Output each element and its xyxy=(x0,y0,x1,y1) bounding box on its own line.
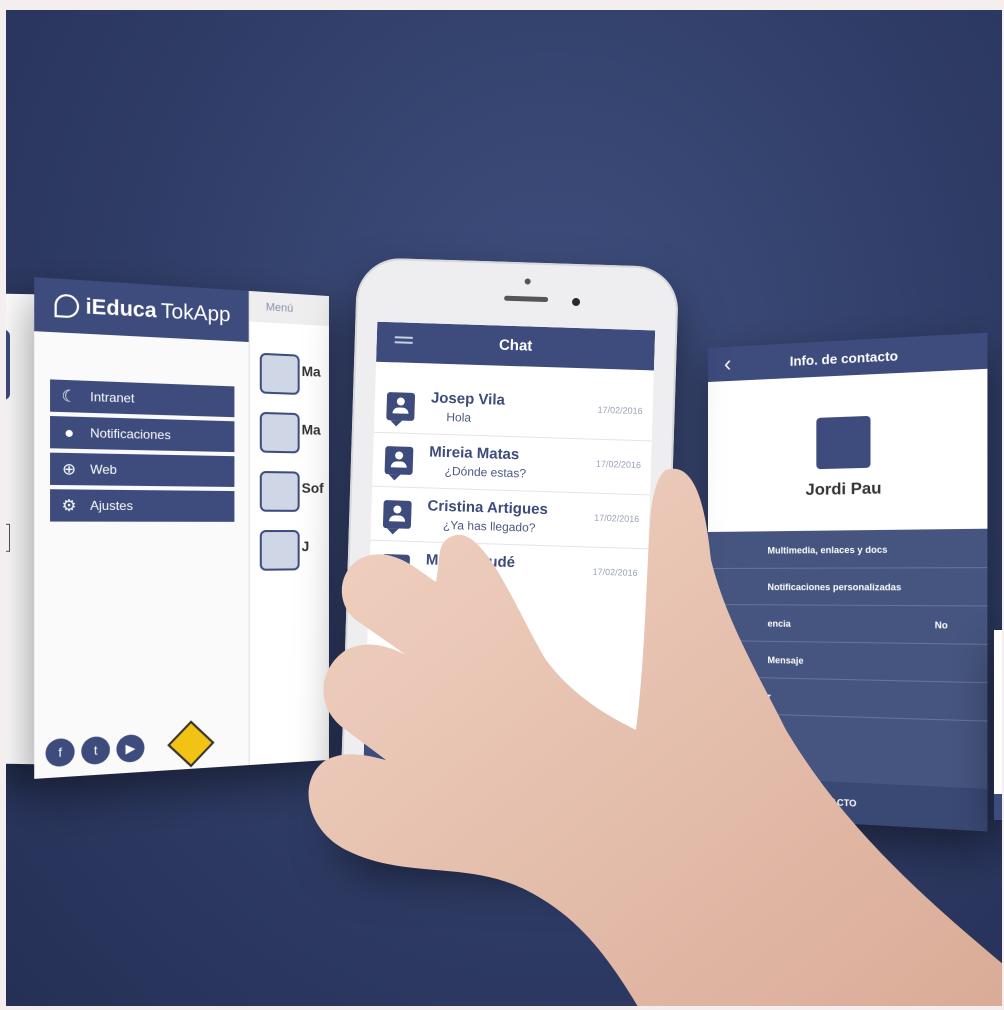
menu-item-label: Web xyxy=(90,462,117,477)
chat-name: Josep Vila xyxy=(431,389,505,408)
facebook-icon[interactable]: f xyxy=(46,738,75,768)
home-button[interactable] xyxy=(472,775,526,829)
chat-message: Hola xyxy=(446,410,471,425)
brand-bold: iEduca xyxy=(86,295,157,323)
tab-chat[interactable]: ● Chat xyxy=(390,728,481,760)
side-menu: iEduca TokApp ☾ Intranet ● Notificacione… xyxy=(34,277,248,779)
chat-bubble-icon: ● xyxy=(390,728,481,749)
bottom-tab-bar: ● Chat ●● Grupos xyxy=(363,722,642,777)
back-arrow-icon[interactable]: ‹ xyxy=(708,350,747,378)
contact-header: ‹ Info. de contacto Jordi Pau xyxy=(708,333,987,532)
menu-item-label: Notificaciones xyxy=(90,426,171,443)
menu-item-label: Ajustes xyxy=(90,498,133,513)
user-avatar-icon xyxy=(383,500,412,529)
background: iEduca TokApp ☾ Intranet ● Notificacione… xyxy=(6,10,1002,1006)
speaker xyxy=(504,296,548,302)
social-links: f t ▶ xyxy=(46,734,145,767)
contact-title: Info. de contacto xyxy=(747,345,943,371)
chat-list-item[interactable]: Miquel Rudé Ok. 17/02/2016 xyxy=(369,540,649,603)
partial-screen-right xyxy=(994,630,1002,820)
contact-avatar[interactable] xyxy=(260,530,300,571)
partial-tab xyxy=(6,330,10,400)
contacts-panel: Menú Ma Ma Sof J xyxy=(249,291,329,765)
user-avatar-icon xyxy=(816,416,870,469)
chat-date: 17/02/2016 xyxy=(594,513,639,524)
chat-name: Mireia Matas xyxy=(429,443,520,463)
chat-name: Cristina Artigues xyxy=(427,497,548,518)
globe-icon: ⊕ xyxy=(57,459,82,479)
chat-date: 17/02/2016 xyxy=(592,567,637,578)
contact-footer-button[interactable]: NTACTO xyxy=(708,776,987,831)
chat-message: Ok. xyxy=(441,572,460,587)
option-label: Notificaciones personalizadas xyxy=(768,582,902,592)
chat-list-item[interactable]: Mireia Matas ¿Dónde estas? 17/02/2016 xyxy=(372,432,652,496)
menu-item-intranet[interactable]: ☾ Intranet xyxy=(50,379,234,417)
tab-label: Grupos xyxy=(538,751,571,763)
logo-icon xyxy=(54,293,79,318)
menu-item-ajustes[interactable]: ⚙ Ajustes xyxy=(50,489,234,522)
user-avatar-icon xyxy=(385,446,414,475)
chat-screen: Chat Josep Vila Hola 17/02/2016 Mireia M… xyxy=(363,322,655,777)
brand-header: iEduca TokApp xyxy=(34,277,248,342)
contact-avatar[interactable] xyxy=(260,412,300,454)
option-value: No xyxy=(935,620,948,631)
group-icon: ●● xyxy=(510,732,601,753)
partial-checkbox xyxy=(6,524,10,552)
twitter-icon[interactable]: t xyxy=(81,736,110,765)
moon-icon: ☾ xyxy=(57,386,82,406)
chat-name: Miquel Rudé xyxy=(426,551,516,571)
chat-list-item[interactable]: Cristina Artigues ¿Ya has llegado? 17/02… xyxy=(370,486,650,550)
option-row[interactable]: Notificaciones personalizadas xyxy=(708,567,987,606)
menu-screen: iEduca TokApp ☾ Intranet ● Notificacione… xyxy=(34,277,328,779)
user-avatar-icon xyxy=(381,554,410,583)
option-row[interactable]: Multimedia, enlaces y docs xyxy=(708,529,987,569)
chat-bubble-icon: ● xyxy=(57,423,82,442)
contact-name: Sof xyxy=(302,480,324,496)
chat-list-item[interactable]: Josep Vila Hola 17/02/2016 xyxy=(374,378,654,442)
menu-header: Menú xyxy=(250,291,329,326)
option-row[interactable]: encia No xyxy=(708,604,987,645)
contact-avatar[interactable] xyxy=(260,471,300,512)
phone: Chat Josep Vila Hola 17/02/2016 Mireia M… xyxy=(339,257,679,857)
brand-light: TokApp xyxy=(161,299,231,327)
gear-icon: ⚙ xyxy=(57,496,82,515)
chat-date: 17/02/2016 xyxy=(597,405,642,416)
menu-item-label: Intranet xyxy=(90,389,134,405)
school-badge-icon xyxy=(167,720,214,767)
contact-name: Ma xyxy=(302,363,321,380)
chat-message: ¿Ya has llegado? xyxy=(443,518,536,535)
menu-item-notificaciones[interactable]: ● Notificaciones xyxy=(50,416,234,452)
contact-avatar[interactable] xyxy=(260,353,300,395)
user-avatar-icon xyxy=(386,392,415,421)
option-row[interactable]: r xyxy=(708,676,987,722)
tab-groups[interactable]: ●● Grupos xyxy=(510,732,601,764)
contact-name: Ma xyxy=(302,421,321,438)
option-label: Mensaje xyxy=(768,655,804,666)
menu-item-web[interactable]: ⊕ Web xyxy=(50,453,234,487)
contact-options: Multimedia, enlaces y docs Notificacione… xyxy=(708,529,987,832)
youtube-icon[interactable]: ▶ xyxy=(116,734,144,763)
option-label: Multimedia, enlaces y docs xyxy=(768,544,888,555)
tab-label: Chat xyxy=(424,747,445,759)
chat-title: Chat xyxy=(376,333,654,359)
chat-date: 17/02/2016 xyxy=(596,459,641,470)
option-label: r xyxy=(768,692,772,702)
chat-message: ¿Dónde estas? xyxy=(444,464,526,481)
contact-name: J xyxy=(302,538,310,554)
contact-name: Jordi Pau xyxy=(708,478,987,502)
front-camera xyxy=(525,278,531,284)
sensor xyxy=(572,298,580,306)
option-label: encia xyxy=(768,619,791,629)
contact-info-screen: ‹ Info. de contacto Jordi Pau Multimedia… xyxy=(708,333,987,832)
chat-toolbar: Chat xyxy=(376,322,655,371)
contact-toolbar: ‹ Info. de contacto xyxy=(708,333,987,382)
